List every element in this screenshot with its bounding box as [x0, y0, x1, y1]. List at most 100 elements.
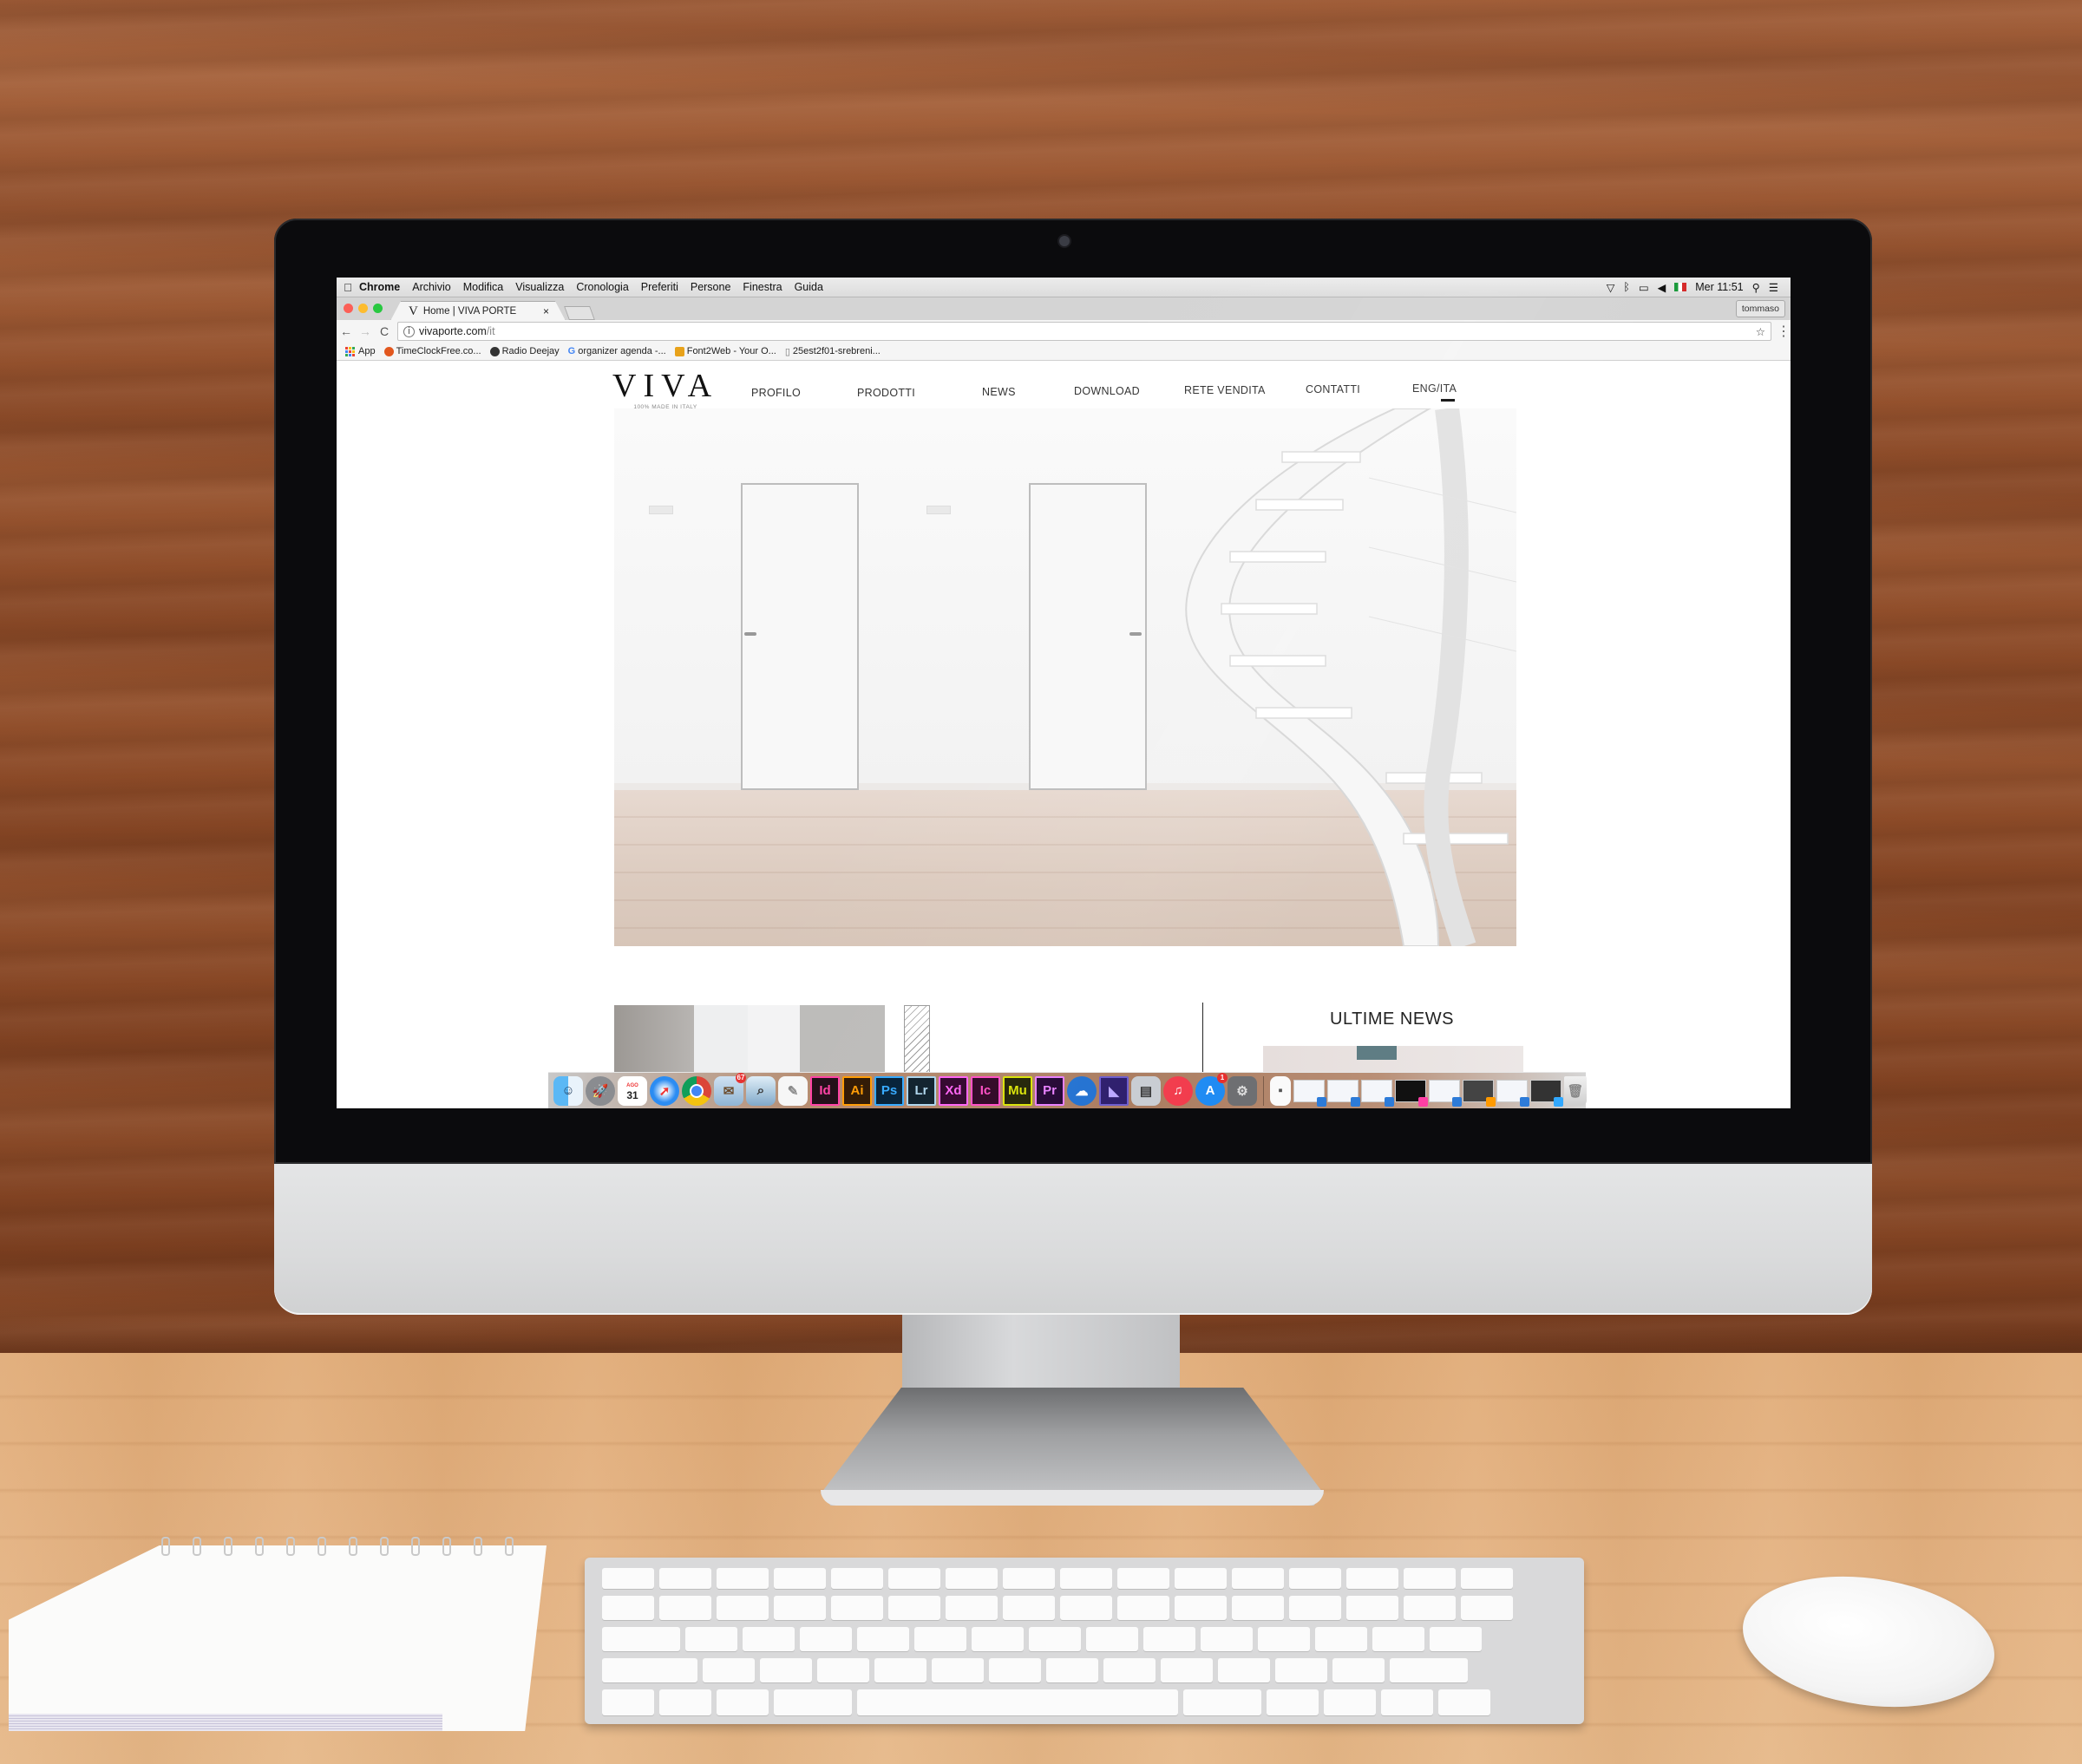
photoshop-icon[interactable]: Ps: [874, 1075, 904, 1106]
nav-news[interactable]: NEWS: [982, 386, 1016, 398]
key[interactable]: [1029, 1627, 1081, 1651]
bookmark-radio-deejay[interactable]: Radio Deejay: [489, 346, 560, 356]
key[interactable]: [1003, 1596, 1055, 1620]
menu-guida[interactable]: Guida: [795, 281, 823, 293]
key[interactable]: [659, 1568, 711, 1589]
back-button[interactable]: ←: [337, 324, 356, 338]
key[interactable]: [1404, 1596, 1456, 1620]
key[interactable]: [1438, 1689, 1490, 1715]
key[interactable]: [831, 1568, 883, 1589]
app-store-icon[interactable]: A1: [1195, 1072, 1228, 1106]
bookmark-timeclockfree[interactable]: TimeClockFree.co...: [383, 346, 481, 356]
apple-logo-icon[interactable]: : [337, 281, 359, 294]
nav-download[interactable]: DOWNLOAD: [1074, 385, 1140, 397]
bookmark-star-icon[interactable]: ☆: [1756, 325, 1765, 338]
search-icon[interactable]: ⚲: [1752, 281, 1760, 294]
incopy-icon[interactable]: Ic: [971, 1075, 1000, 1106]
airplay-icon[interactable]: ▭: [1639, 281, 1649, 294]
key[interactable]: [1003, 1568, 1055, 1589]
key[interactable]: [774, 1568, 826, 1589]
nav-prodotti[interactable]: PRODOTTI: [857, 387, 915, 399]
bookmark-font2web[interactable]: Font2Web - Your O...: [674, 346, 776, 356]
textedit-icon[interactable]: ✎: [778, 1075, 808, 1106]
key[interactable]: [1183, 1689, 1261, 1715]
key[interactable]: [659, 1596, 711, 1620]
key[interactable]: [888, 1596, 940, 1620]
key[interactable]: [1267, 1689, 1319, 1715]
calendar-icon[interactable]: AGO 31: [618, 1075, 647, 1106]
key[interactable]: [1404, 1568, 1456, 1589]
key[interactable]: [602, 1568, 654, 1589]
menu-modifica[interactable]: Modifica: [463, 281, 504, 293]
nav-rete-vendita[interactable]: RETE VENDITA: [1184, 384, 1266, 396]
itunes-icon[interactable]: ♫: [1163, 1075, 1193, 1106]
key[interactable]: [760, 1658, 812, 1682]
key[interactable]: [1275, 1658, 1327, 1682]
key[interactable]: [774, 1689, 852, 1715]
close-tab-icon[interactable]: ×: [543, 305, 549, 317]
safari-icon[interactable]: ➚: [650, 1075, 679, 1106]
key[interactable]: [1381, 1689, 1433, 1715]
tab-home-viva-porte[interactable]: V Home | VIVA PORTE ×: [390, 301, 566, 321]
key[interactable]: [602, 1627, 680, 1651]
indesign-icon[interactable]: Id: [810, 1075, 840, 1106]
key[interactable]: [874, 1658, 926, 1682]
volume-icon[interactable]: ◀: [1658, 281, 1666, 294]
key[interactable]: [914, 1627, 966, 1651]
key[interactable]: [685, 1627, 737, 1651]
key[interactable]: [946, 1568, 998, 1589]
key[interactable]: [1430, 1627, 1482, 1651]
key[interactable]: [888, 1568, 940, 1589]
key[interactable]: [717, 1568, 769, 1589]
indesign-document-icon[interactable]: [1395, 1079, 1428, 1107]
key[interactable]: [1175, 1568, 1227, 1589]
bluetooth-icon[interactable]: ᛒ: [1623, 281, 1630, 293]
key[interactable]: [1046, 1658, 1098, 1682]
key[interactable]: [717, 1689, 769, 1715]
key[interactable]: [1117, 1596, 1169, 1620]
italian-flag-icon[interactable]: [1674, 283, 1687, 291]
finder-document-icon[interactable]: [1429, 1079, 1462, 1107]
key[interactable]: [1143, 1627, 1195, 1651]
key[interactable]: [1372, 1627, 1424, 1651]
menu-finestra[interactable]: Finestra: [743, 281, 782, 293]
list-icon[interactable]: ☰: [1769, 281, 1778, 294]
launchpad-icon[interactable]: 🚀: [586, 1075, 615, 1106]
bookmark-document[interactable]: ▯ 25est2f01-srebreni...: [785, 346, 881, 357]
lightroom-icon[interactable]: Lr: [907, 1075, 936, 1106]
chrome-menu-icon[interactable]: ⋮: [1777, 323, 1791, 340]
key[interactable]: [1461, 1568, 1513, 1589]
key[interactable]: [1390, 1658, 1468, 1682]
address-bar[interactable]: i vivaporte.com/it ☆: [397, 322, 1771, 341]
nav-contatti[interactable]: CONTATTI: [1306, 383, 1360, 395]
profile-button[interactable]: tommaso: [1735, 300, 1785, 317]
key[interactable]: [1117, 1568, 1169, 1589]
key[interactable]: [774, 1596, 826, 1620]
key[interactable]: [1289, 1596, 1341, 1620]
key[interactable]: [1175, 1596, 1227, 1620]
key[interactable]: [857, 1627, 909, 1651]
forward-button[interactable]: →: [356, 324, 375, 338]
minimize-window-button[interactable]: [358, 304, 368, 313]
key[interactable]: [1289, 1568, 1341, 1589]
key[interactable]: [1086, 1627, 1138, 1651]
key[interactable]: [717, 1596, 769, 1620]
muse-icon[interactable]: Mu: [1003, 1075, 1032, 1106]
key[interactable]: [831, 1596, 883, 1620]
key[interactable]: [1201, 1627, 1253, 1651]
chrome-icon[interactable]: [682, 1075, 711, 1106]
maximize-window-button[interactable]: [373, 304, 383, 313]
key[interactable]: [989, 1658, 1041, 1682]
menu-persone[interactable]: Persone: [691, 281, 731, 293]
openoffice-icon[interactable]: ☁: [1067, 1075, 1097, 1106]
menu-visualizza[interactable]: Visualizza: [515, 281, 564, 293]
key[interactable]: [1315, 1627, 1367, 1651]
finder-document-icon[interactable]: [1293, 1079, 1326, 1107]
photoshop-document-icon[interactable]: [1530, 1079, 1563, 1107]
key[interactable]: [1103, 1658, 1156, 1682]
wireless-keyboard[interactable]: [585, 1558, 1584, 1724]
key[interactable]: [1218, 1658, 1270, 1682]
system-preferences-icon[interactable]: ⚙: [1228, 1075, 1257, 1106]
bookmark-app[interactable]: App: [345, 346, 376, 356]
key[interactable]: [817, 1658, 869, 1682]
